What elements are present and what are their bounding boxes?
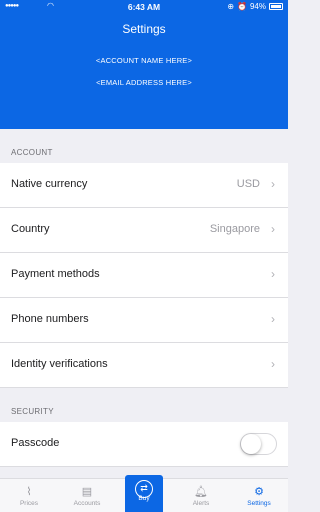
lock-rotation-icon: ⊕ xyxy=(227,2,235,11)
tab-prices[interactable]: ⌇ Prices xyxy=(0,479,58,512)
tab-settings[interactable]: ⚙ Settings xyxy=(230,479,288,512)
tab-bar: ⌇ Prices ▤ Accounts ⇄ Buy 🔔︎ Alerts ⚙ Se… xyxy=(0,475,288,512)
row-label: Payment methods xyxy=(11,268,100,280)
account-name: <ACCOUNT NAME HERE> xyxy=(95,56,193,65)
document-icon: ▤ xyxy=(81,486,93,498)
row-country[interactable]: Country Singapore › xyxy=(0,208,288,253)
row-label: Country xyxy=(11,223,50,235)
status-bar: ●●●●● ◠ 6:43 AM ⊕ ⏰ 94% xyxy=(0,0,288,14)
settings-header: Settings <ACCOUNT NAME HERE> <EMAIL ADDR… xyxy=(0,14,288,129)
chevron-right-icon: › xyxy=(271,222,275,236)
row-value: USD xyxy=(236,178,260,190)
passcode-toggle[interactable] xyxy=(240,433,277,455)
row-identity-verifications[interactable]: Identity verifications › xyxy=(0,343,288,388)
chevron-right-icon: › xyxy=(271,312,275,326)
row-label: Phone numbers xyxy=(11,313,89,325)
row-native-currency[interactable]: Native currency USD › xyxy=(0,163,288,208)
exchange-icon: ⇄ xyxy=(125,480,163,498)
tab-accounts[interactable]: ▤ Accounts xyxy=(58,479,116,512)
chevron-right-icon: › xyxy=(271,177,275,191)
chevron-right-icon: › xyxy=(271,357,275,371)
chart-icon: ⌇ xyxy=(26,486,32,498)
tab-label: Accounts xyxy=(73,500,101,507)
tab-alerts[interactable]: 🔔︎ Alerts xyxy=(172,479,230,512)
battery-icon xyxy=(269,3,283,10)
tab-label: Prices xyxy=(19,500,39,507)
bell-icon: 🔔︎ xyxy=(194,486,208,498)
section-header-security: SECURITY xyxy=(0,388,288,422)
section-label-account: ACCOUNT xyxy=(11,148,53,157)
email-address: <EMAIL ADDRESS HERE> xyxy=(96,78,192,87)
section-header-account: ACCOUNT xyxy=(0,129,288,163)
tab-buy[interactable]: ⇄ Buy xyxy=(125,475,163,512)
page-title: Settings xyxy=(122,22,166,36)
tab-label: Buy xyxy=(138,495,150,502)
row-phone-numbers[interactable]: Phone numbers › xyxy=(0,298,288,343)
row-label: Native currency xyxy=(11,178,88,190)
row-label: Passcode xyxy=(11,437,60,449)
row-passcode: Passcode xyxy=(0,422,288,467)
toggle-knob xyxy=(241,434,261,454)
status-right: ⊕ ⏰ 94% xyxy=(227,2,283,11)
row-label: Identity verifications xyxy=(11,358,108,370)
row-value: Singapore xyxy=(209,223,260,235)
alarm-icon: ⏰ xyxy=(237,2,247,11)
tab-label: Settings xyxy=(247,500,271,507)
tab-label: Alerts xyxy=(192,500,210,507)
gear-icon: ⚙ xyxy=(254,486,264,498)
battery-percent: 94% xyxy=(249,2,266,11)
row-payment-methods[interactable]: Payment methods › xyxy=(0,253,288,298)
section-label-security: SECURITY xyxy=(11,407,54,416)
chevron-right-icon: › xyxy=(271,267,275,281)
